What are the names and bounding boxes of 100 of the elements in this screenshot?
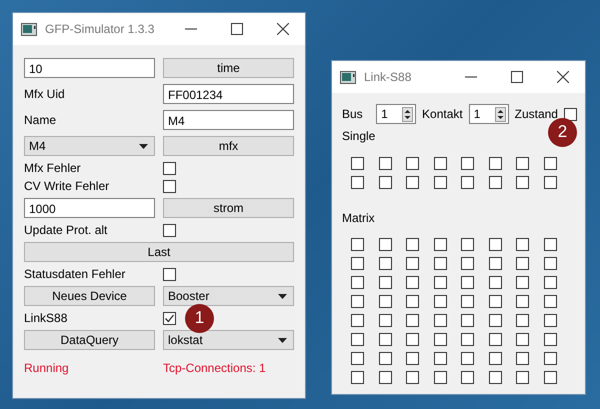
maximize-icon[interactable]: [511, 71, 523, 83]
action-button[interactable]: DataQuery: [24, 330, 155, 350]
checkbox[interactable]: [163, 180, 176, 192]
text-field[interactable]: M4: [163, 110, 294, 130]
text-field[interactable]: 1000: [24, 198, 155, 218]
action-button[interactable]: time: [163, 58, 294, 78]
dropdown[interactable]: M4: [24, 136, 155, 156]
checkbox[interactable]: [434, 276, 446, 289]
checkbox[interactable]: [378, 352, 392, 365]
checkbox[interactable]: [406, 257, 419, 270]
checkbox[interactable]: [406, 314, 419, 327]
spin-arrows-icon[interactable]: [402, 106, 414, 122]
checkbox[interactable]: [461, 176, 474, 189]
checkbox[interactable]: [163, 224, 176, 236]
checkbox[interactable]: [378, 176, 392, 189]
checkbox[interactable]: [406, 176, 419, 189]
checkbox[interactable]: [461, 314, 474, 327]
checkbox[interactable]: [516, 333, 529, 346]
checkbox[interactable]: [351, 333, 364, 346]
checkbox[interactable]: [516, 314, 529, 327]
checkbox[interactable]: [488, 352, 502, 365]
checkbox[interactable]: [488, 314, 502, 327]
checkbox[interactable]: [351, 257, 364, 270]
checkbox[interactable]: [488, 295, 502, 308]
checkbox[interactable]: [488, 257, 502, 270]
checkbox[interactable]: [378, 276, 392, 289]
checkbox[interactable]: [488, 238, 502, 251]
checkbox[interactable]: [351, 276, 364, 289]
spin-arrows-icon[interactable]: [494, 106, 506, 122]
checkbox[interactable]: [434, 371, 446, 384]
checkbox[interactable]: [461, 157, 474, 170]
checkbox[interactable]: [434, 295, 446, 308]
checkbox[interactable]: [406, 371, 419, 384]
checkbox[interactable]: [434, 238, 446, 251]
checkbox[interactable]: [516, 371, 529, 384]
spin-box[interactable]: 1: [376, 104, 416, 124]
checkbox[interactable]: [516, 276, 529, 289]
checkbox[interactable]: [434, 157, 446, 170]
dropdown[interactable]: Booster: [163, 286, 294, 306]
checkbox[interactable]: [544, 276, 556, 289]
checkbox[interactable]: [564, 108, 577, 120]
checkbox[interactable]: [461, 276, 474, 289]
checkbox[interactable]: [461, 295, 474, 308]
action-button[interactable]: mfx: [163, 136, 294, 156]
checkbox[interactable]: [461, 257, 474, 270]
action-button[interactable]: Last: [24, 242, 294, 262]
checkbox[interactable]: [351, 314, 364, 327]
checkbox[interactable]: [351, 371, 364, 384]
checkbox[interactable]: [544, 333, 556, 346]
checkbox[interactable]: [378, 238, 392, 251]
checkbox[interactable]: [378, 314, 392, 327]
checkbox[interactable]: [434, 352, 446, 365]
checkbox[interactable]: [488, 371, 502, 384]
checkbox[interactable]: [461, 238, 474, 251]
checkbox[interactable]: [544, 352, 556, 365]
checkbox[interactable]: [488, 176, 502, 189]
close-icon[interactable]: [277, 23, 289, 35]
checkbox[interactable]: [434, 333, 446, 346]
checkbox[interactable]: [406, 295, 419, 308]
checkbox[interactable]: [378, 157, 392, 170]
checkbox[interactable]: [434, 176, 446, 189]
checkbox[interactable]: [488, 157, 502, 170]
checkbox[interactable]: [544, 295, 556, 308]
checkbox[interactable]: [163, 312, 176, 324]
checkbox[interactable]: [406, 333, 419, 346]
checkbox[interactable]: [163, 162, 176, 174]
checkbox[interactable]: [544, 157, 556, 170]
checkbox[interactable]: [516, 295, 529, 308]
checkbox[interactable]: [378, 295, 392, 308]
close-icon[interactable]: [557, 71, 569, 83]
maximize-icon[interactable]: [231, 23, 243, 35]
text-field[interactable]: 10: [24, 58, 155, 78]
checkbox[interactable]: [544, 257, 556, 270]
checkbox[interactable]: [351, 352, 364, 365]
checkbox[interactable]: [351, 238, 364, 251]
checkbox[interactable]: [544, 371, 556, 384]
checkbox[interactable]: [461, 333, 474, 346]
checkbox[interactable]: [544, 238, 556, 251]
checkbox[interactable]: [516, 176, 529, 189]
checkbox[interactable]: [378, 371, 392, 384]
checkbox[interactable]: [516, 157, 529, 170]
checkbox[interactable]: [351, 157, 364, 170]
checkbox[interactable]: [351, 176, 364, 189]
checkbox[interactable]: [516, 352, 529, 365]
spin-box[interactable]: 1: [468, 104, 509, 124]
checkbox[interactable]: [461, 352, 474, 365]
checkbox[interactable]: [461, 371, 474, 384]
checkbox[interactable]: [406, 352, 419, 365]
action-button[interactable]: strom: [163, 198, 294, 218]
checkbox[interactable]: [351, 295, 364, 308]
checkbox[interactable]: [488, 276, 502, 289]
checkbox[interactable]: [406, 238, 419, 251]
checkbox[interactable]: [544, 176, 556, 189]
checkbox[interactable]: [488, 333, 502, 346]
checkbox[interactable]: [434, 314, 446, 327]
checkbox[interactable]: [516, 257, 529, 270]
checkbox[interactable]: [406, 157, 419, 170]
checkbox[interactable]: [163, 268, 176, 280]
dropdown[interactable]: lokstat: [163, 330, 294, 350]
checkbox[interactable]: [378, 257, 392, 270]
